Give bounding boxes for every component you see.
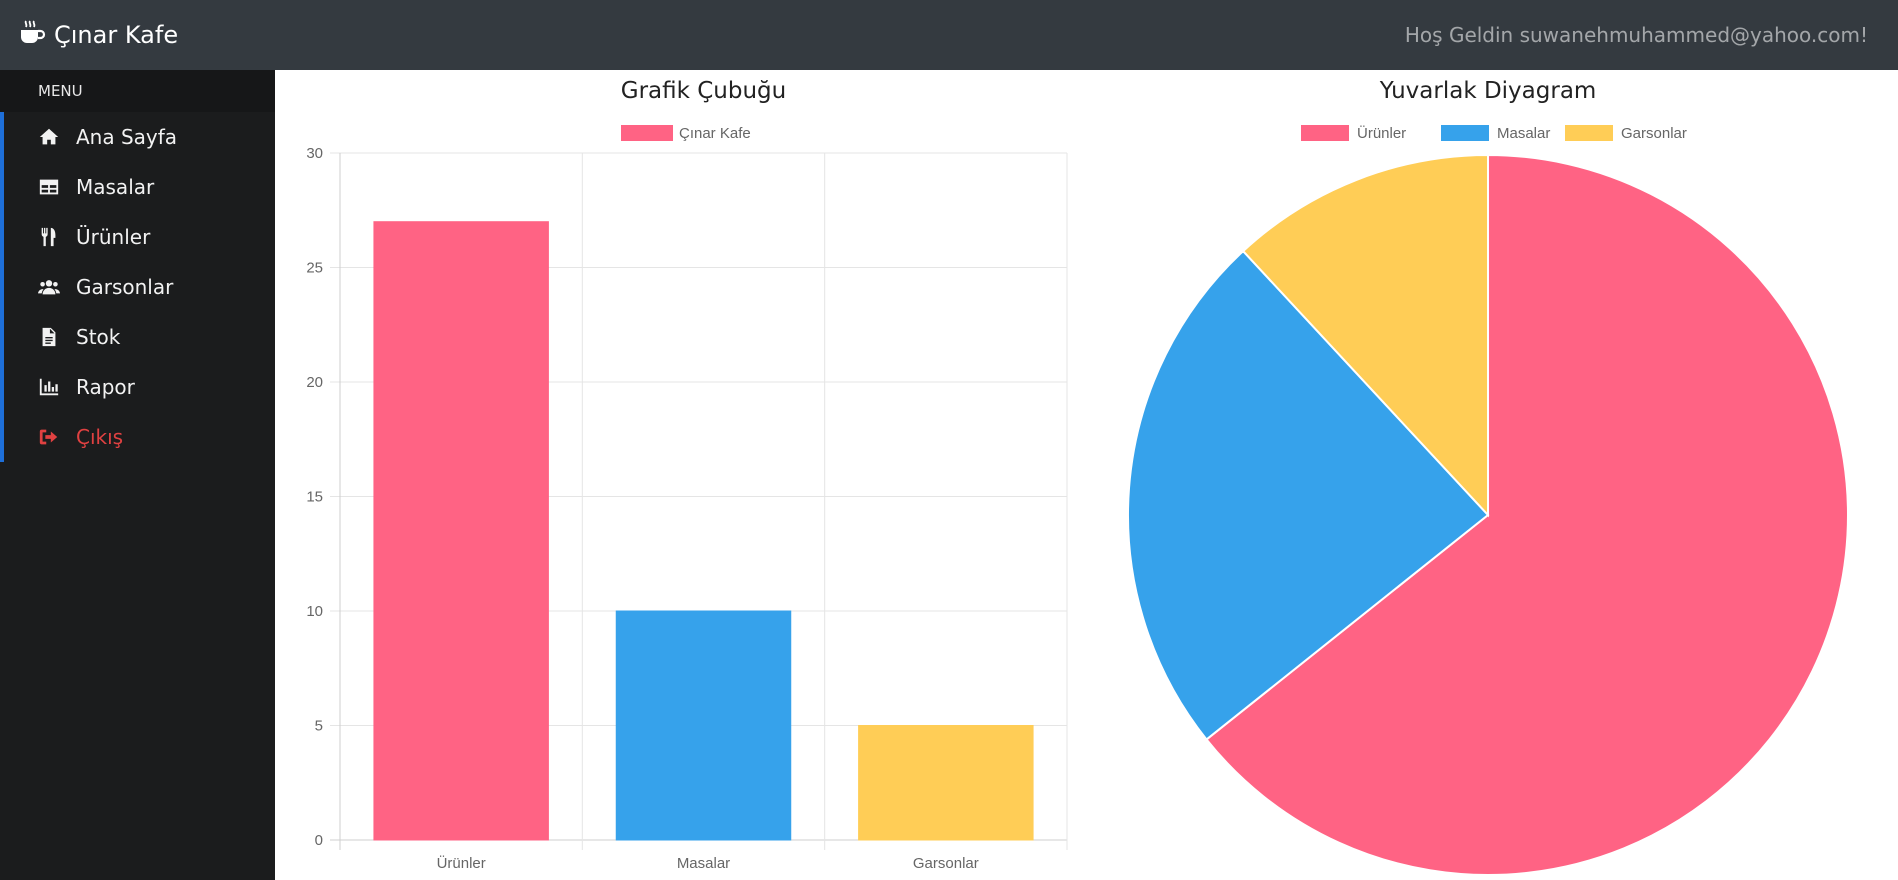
utensils-icon	[36, 226, 62, 248]
legend-swatch	[1441, 125, 1489, 141]
sidebar-item-garsonlar[interactable]: Garsonlar	[4, 262, 275, 312]
pie-chart-title: Yuvarlak Diyagram	[1379, 78, 1597, 104]
x-tick-label: Garsonlar	[913, 855, 979, 872]
x-tick-label: Ürünler	[437, 854, 486, 872]
y-tick-label: 20	[306, 374, 323, 391]
pie-legend: Ürünler Masalar Garsonlar	[1301, 124, 1687, 142]
y-tick-label: 10	[306, 603, 323, 620]
sidebar-item-cikis[interactable]: Çıkış	[4, 412, 275, 462]
sidebar-item-rapor[interactable]: Rapor	[4, 362, 275, 412]
users-icon	[36, 276, 62, 298]
sidebar-item-stok[interactable]: Stok	[4, 312, 275, 362]
sidebar-menu: Ana Sayfa Masalar Ürünler Garsonlar Stok…	[0, 112, 275, 462]
sidebar-item-urunler[interactable]: Ürünler	[4, 212, 275, 262]
menu-header: MENU	[0, 70, 275, 112]
sidebar-item-label: Ürünler	[76, 225, 151, 249]
legend-swatch	[1565, 125, 1613, 141]
legend-label: Masalar	[1497, 125, 1550, 142]
table-icon	[36, 176, 62, 198]
bar-2	[858, 725, 1034, 841]
legend-label: Ürünler	[1357, 124, 1406, 142]
legend-label: Garsonlar	[1621, 125, 1687, 142]
sidebar-item-label: Stok	[76, 325, 121, 349]
brand-name: Çınar Kafe	[54, 21, 179, 49]
sign-out-icon	[36, 426, 62, 448]
sidebar-item-label: Garsonlar	[76, 275, 174, 299]
bar-legend: Çınar Kafe	[621, 125, 751, 142]
coffee-icon	[18, 18, 46, 52]
bar-0	[373, 221, 549, 841]
y-tick-label: 5	[315, 718, 323, 735]
pie-chart: Yuvarlak Diyagram Ürünler Masalar Garsonlar	[1127, 78, 1849, 876]
sidebar-item-ana-sayfa[interactable]: Ana Sayfa	[4, 112, 275, 162]
sidebar-item-masalar[interactable]: Masalar	[4, 162, 275, 212]
sidebar-item-label: Masalar	[76, 175, 155, 199]
sidebar-item-label: Rapor	[76, 375, 135, 399]
bar-chart-title: Grafik Çubuğu	[621, 78, 786, 104]
sidebar-item-label: Çıkış	[76, 425, 124, 449]
x-tick-label: Masalar	[677, 855, 730, 872]
y-tick-label: 25	[306, 260, 323, 277]
home-icon	[36, 126, 62, 148]
bar-chart: Grafik Çubuğu Çınar Kafe 0 5 10 15 20 25 30 Ürünl…	[306, 78, 1068, 872]
sidebar: MENU Ana Sayfa Masalar Ürünler Garsonlar…	[0, 70, 275, 880]
welcome-text: Hoş Geldin suwanehmuhammed@yahoo.com!	[1404, 23, 1868, 47]
bar-chart-icon	[36, 376, 62, 398]
y-tick-label: 0	[315, 832, 323, 849]
legend-label: Çınar Kafe	[679, 125, 751, 142]
y-tick-label: 15	[306, 489, 323, 506]
top-navbar: Çınar Kafe Hoş Geldin suwanehmuhammed@ya…	[0, 0, 1898, 70]
y-tick-label: 30	[306, 145, 323, 162]
legend-swatch	[621, 125, 673, 141]
brand[interactable]: Çınar Kafe	[18, 0, 178, 70]
sidebar-item-label: Ana Sayfa	[76, 125, 178, 149]
file-icon	[36, 326, 62, 348]
legend-swatch	[1301, 125, 1349, 141]
bar-1	[615, 610, 792, 841]
